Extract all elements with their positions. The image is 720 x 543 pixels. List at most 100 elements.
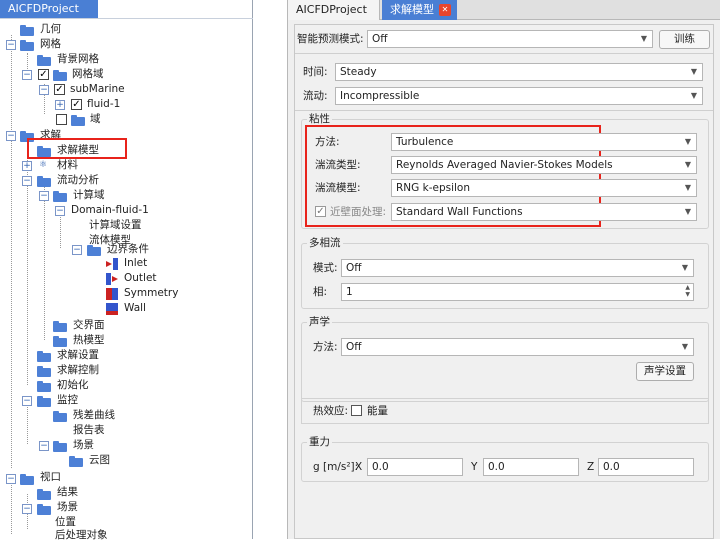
folder-icon bbox=[69, 456, 84, 467]
tree-item-residual-curve[interactable]: 残差曲线 bbox=[73, 408, 115, 423]
collapse-icon[interactable]: − bbox=[39, 191, 49, 201]
collapse-icon[interactable]: − bbox=[39, 441, 49, 451]
turbulence-model-select[interactable]: RNG k-epsilon ▼ bbox=[391, 179, 697, 197]
tree-item-outlet[interactable]: Outlet bbox=[124, 271, 157, 286]
time-label: 时间: bbox=[303, 66, 328, 78]
collapse-icon[interactable]: − bbox=[6, 131, 16, 141]
tree-item-solve-settings[interactable]: 求解设置 bbox=[57, 348, 99, 363]
tree-item-mesh[interactable]: 网格 bbox=[40, 37, 61, 52]
tree-item-bg-mesh[interactable]: 背景网格 bbox=[57, 52, 99, 67]
tree-item-geometry[interactable]: 几何 bbox=[40, 22, 61, 37]
acoustics-method-select[interactable]: Off ▼ bbox=[341, 338, 694, 356]
tree-item-domain[interactable]: 域 bbox=[90, 112, 101, 127]
mode-value: Off bbox=[346, 262, 362, 274]
gravity-z-label: Z bbox=[587, 461, 595, 473]
folder-icon bbox=[20, 25, 35, 36]
domain-checkbox[interactable] bbox=[56, 114, 67, 125]
chevron-down-icon: ▼ bbox=[684, 160, 691, 169]
outlet-icon bbox=[106, 273, 118, 285]
chevron-down-icon: ▼ bbox=[690, 91, 697, 100]
folder-icon bbox=[53, 336, 68, 347]
expand-icon[interactable]: + bbox=[22, 161, 32, 171]
folder-icon bbox=[53, 411, 68, 422]
divider bbox=[295, 53, 713, 54]
tree-item-inlet[interactable]: Inlet bbox=[124, 256, 147, 271]
multiphase-title: 多相流 bbox=[307, 236, 343, 250]
expand-icon[interactable]: + bbox=[55, 100, 65, 110]
material-icon: ⚛ bbox=[39, 160, 48, 170]
symmetry-icon bbox=[106, 288, 118, 300]
wall-treatment-select[interactable]: Standard Wall Functions ▼ bbox=[391, 203, 697, 221]
tree-item-symmetry[interactable]: Symmetry bbox=[124, 286, 178, 301]
tree-item-compute-domain-settings[interactable]: 计算域设置 bbox=[89, 218, 142, 233]
tree-item-monitor[interactable]: 监控 bbox=[57, 393, 78, 408]
project-tree-tab[interactable]: AICFDProject bbox=[0, 0, 98, 18]
folder-icon bbox=[37, 489, 52, 500]
turbulence-type-value: Reynolds Averaged Navier-Stokes Models bbox=[396, 159, 613, 171]
gravity-y-input[interactable]: 0.0 bbox=[483, 458, 579, 476]
chevron-down-icon: ▼ bbox=[681, 342, 688, 351]
tree-item-material[interactable]: 材料 bbox=[57, 158, 78, 173]
folder-icon bbox=[37, 381, 52, 392]
tree-item-report-table[interactable]: 报告表 bbox=[73, 423, 105, 438]
thermal-label: 热效应: bbox=[313, 405, 349, 417]
tree-item-boundary-conditions[interactable]: 边界条件 bbox=[107, 242, 149, 257]
close-icon[interactable]: ✕ bbox=[439, 4, 451, 16]
mesh-domain-checkbox[interactable]: ✓ bbox=[38, 69, 49, 80]
phase-spinbox[interactable]: 1 ▲ ▼ bbox=[341, 283, 694, 301]
tree-item-wall[interactable]: Wall bbox=[124, 301, 146, 316]
energy-checkbox[interactable] bbox=[351, 405, 362, 416]
folder-icon bbox=[37, 351, 52, 362]
folder-icon bbox=[87, 245, 102, 256]
tree-item-postprocess-object[interactable]: 后处理对象 bbox=[55, 528, 108, 543]
tree-item-scene2[interactable]: 场景 bbox=[57, 500, 78, 515]
gravity-z-input[interactable]: 0.0 bbox=[598, 458, 694, 476]
tree-item-contour[interactable]: 云图 bbox=[89, 453, 110, 468]
gravity-x-input[interactable]: 0.0 bbox=[367, 458, 463, 476]
tree-item-domain-fluid1[interactable]: Domain-fluid-1 bbox=[71, 203, 149, 218]
time-select[interactable]: Steady ▼ bbox=[335, 63, 703, 81]
folder-icon bbox=[20, 474, 35, 485]
tree-item-mesh-domain[interactable]: 网格域 bbox=[72, 67, 104, 82]
collapse-icon[interactable]: − bbox=[72, 245, 82, 255]
wall-treatment-checkbox[interactable]: ✓ bbox=[315, 206, 326, 217]
tab-solver-model-label: 求解模型 bbox=[390, 3, 434, 16]
method-select[interactable]: Turbulence ▼ bbox=[391, 133, 697, 151]
smart-mode-select[interactable]: Off ▼ bbox=[367, 30, 653, 48]
tree-item-result[interactable]: 结果 bbox=[57, 485, 78, 500]
tree-item-submarine[interactable]: subMarine bbox=[70, 82, 125, 97]
folder-icon bbox=[37, 366, 52, 377]
mode-select[interactable]: Off ▼ bbox=[341, 259, 694, 277]
tree-item-interface[interactable]: 交界面 bbox=[73, 318, 105, 333]
tree-item-flow-analysis[interactable]: 流动分析 bbox=[57, 173, 99, 188]
train-button[interactable]: 训练 bbox=[659, 30, 710, 49]
collapse-icon[interactable]: − bbox=[6, 40, 16, 50]
tree-item-fluid1[interactable]: fluid-1 bbox=[87, 97, 120, 112]
flow-select[interactable]: Incompressible ▼ bbox=[335, 87, 703, 105]
turbulence-type-select[interactable]: Reynolds Averaged Navier-Stokes Models ▼ bbox=[391, 156, 697, 174]
collapse-icon[interactable]: − bbox=[22, 176, 32, 186]
tab-project[interactable]: AICFDProject bbox=[288, 0, 380, 20]
collapse-icon[interactable]: − bbox=[22, 504, 32, 514]
spin-arrows-icon[interactable]: ▲ ▼ bbox=[685, 284, 690, 298]
fluid1-checkbox[interactable]: ✓ bbox=[71, 99, 82, 110]
collapse-icon[interactable]: − bbox=[6, 474, 16, 484]
acoustics-settings-button[interactable]: 声学设置 bbox=[636, 362, 694, 381]
folder-icon bbox=[53, 191, 68, 202]
project-tree-panel: AICFDProject 几何 − 网格 背景网格 − ✓ 网格域 − ✓ su… bbox=[0, 0, 253, 541]
settings-panel: 智能预测模式: Off ▼ 训练 时间: Steady ▼ 流动: Incompre… bbox=[294, 24, 714, 539]
collapse-icon[interactable]: − bbox=[22, 396, 32, 406]
submarine-checkbox[interactable]: ✓ bbox=[54, 84, 65, 95]
collapse-icon[interactable]: − bbox=[22, 70, 32, 80]
collapse-icon[interactable]: − bbox=[39, 85, 49, 95]
collapse-icon[interactable]: − bbox=[55, 206, 65, 216]
chevron-down-icon: ▼ bbox=[684, 207, 691, 216]
tree-item-initialize[interactable]: 初始化 bbox=[57, 378, 89, 393]
tree-item-compute-domain[interactable]: 计算域 bbox=[73, 188, 105, 203]
tree-item-viewport[interactable]: 视口 bbox=[40, 470, 61, 485]
tab-solver-model[interactable]: 求解模型 ✕ bbox=[382, 0, 457, 20]
gravity-title: 重力 bbox=[307, 435, 332, 449]
tree-item-thermal-model[interactable]: 热模型 bbox=[73, 333, 105, 348]
tree-item-solve-control[interactable]: 求解控制 bbox=[57, 363, 99, 378]
tree-item-scene[interactable]: 场景 bbox=[73, 438, 94, 453]
